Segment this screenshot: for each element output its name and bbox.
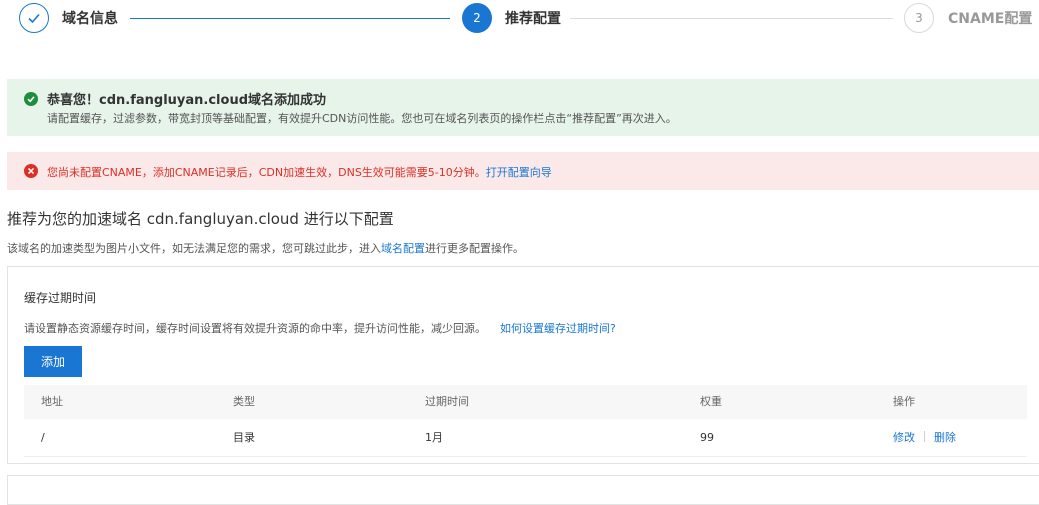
cell-type: 目录 [233,431,255,444]
step-2-label: 推荐配置 [505,11,561,27]
delete-link[interactable]: 删除 [934,431,956,444]
cache-expiry-desc-text: 请设置静态资源缓存时间，缓存时间设置将有效提升资源的命中率，提升访问性能，减少回… [24,322,486,335]
step-1-label: 域名信息 [62,11,118,27]
cache-expiry-description: 请设置静态资源缓存时间，缓存时间设置将有效提升资源的命中率，提升访问性能，减少回… [24,320,616,336]
step-3-number: 3 [904,3,934,33]
open-config-wizard-link[interactable]: 打开配置向导 [486,166,552,179]
add-rule-button[interactable]: 添加 [24,346,82,377]
check-circle-icon [24,92,38,106]
step-1-check-icon [19,3,49,33]
success-alert-title: 恭喜您！cdn.fangluyan.cloud域名添加成功 [47,93,326,108]
cache-expiry-card: 缓存过期时间 请设置静态资源缓存时间，缓存时间设置将有效提升资源的命中率，提升访… [7,266,1039,464]
cname-warning-text: 您尚未配置CNAME，添加CNAME记录后，CDN加速生效，DNS生效可能需要5… [47,166,486,179]
table-row: / 目录 1月 99 修改 删除 [24,419,1027,457]
section-description: 该域名的加速类型为图片小文件，如无法满足您的需求，您可跳过此步，进入域名配置进行… [7,240,524,256]
next-config-card [7,475,1039,505]
table-header: 地址 类型 过期时间 权重 操作 [24,385,1027,419]
close-circle-icon [24,164,38,178]
edit-link[interactable]: 修改 [893,431,915,444]
cell-actions: 修改 删除 [893,419,956,457]
cname-warning-message: 您尚未配置CNAME，添加CNAME记录后，CDN加速生效，DNS生效可能需要5… [47,164,552,180]
step-connector-done [130,18,450,19]
section-desc-after: 进行更多配置操作。 [425,242,524,255]
column-header-actions: 操作 [893,395,915,408]
column-header-address: 地址 [41,395,63,408]
domain-config-link[interactable]: 域名配置 [381,242,425,255]
step-2-number: 2 [462,3,492,33]
cache-help-link[interactable]: 如何设置缓存过期时间? [500,322,616,335]
page-title: 推荐为您的加速域名 cdn.fangluyan.cloud 进行以下配置 [7,210,394,228]
section-desc-before: 该域名的加速类型为图片小文件，如无法满足您的需求，您可跳过此步，进入 [7,242,381,255]
step-connector-pending [570,18,893,19]
success-alert-description: 请配置缓存，过滤参数，带宽封顶等基础配置，有效提升CDN访问性能。您也可在域名列… [47,112,677,125]
cell-expire: 1月 [425,431,443,444]
success-alert: 恭喜您！cdn.fangluyan.cloud域名添加成功 请配置缓存，过滤参数… [7,79,1039,136]
cname-warning-alert: 您尚未配置CNAME，添加CNAME记录后，CDN加速生效，DNS生效可能需要5… [7,152,1039,190]
cell-weight: 99 [700,431,714,444]
column-header-weight: 权重 [700,395,722,408]
column-header-expire: 过期时间 [425,395,469,408]
step-3-label: CNAME配置 [948,11,1033,27]
progress-stepper: 域名信息 2 推荐配置 3 CNAME配置 [0,0,1039,40]
column-header-type: 类型 [233,395,255,408]
action-divider [924,431,925,442]
cache-expiry-title: 缓存过期时间 [24,291,97,305]
cell-address: / [41,431,45,444]
